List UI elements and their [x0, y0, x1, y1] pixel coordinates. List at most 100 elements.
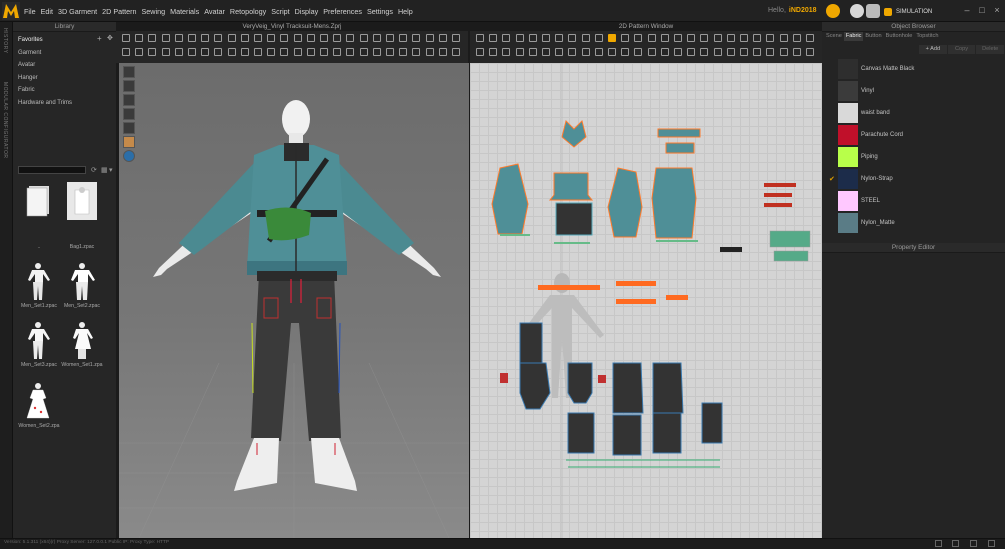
fabric-item[interactable]: waist band — [838, 103, 1004, 124]
toolbar-tool-icon[interactable] — [346, 34, 355, 42]
toolbar-tool-icon[interactable] — [647, 48, 656, 56]
menu-sewing[interactable]: Sewing — [142, 7, 166, 16]
modular-configurator-tab[interactable]: MODULAR CONFIGURATOR — [2, 82, 8, 158]
men-set3-thumbnail[interactable] — [21, 321, 55, 359]
toolbar-tool-icon[interactable] — [188, 34, 196, 42]
globe-icon[interactable] — [123, 150, 135, 162]
toolbar-tool-icon[interactable] — [713, 48, 722, 56]
close-icon[interactable]: × — [992, 5, 1002, 15]
toolbar-tool-icon[interactable] — [792, 48, 801, 56]
toolbar-tool-icon[interactable] — [188, 48, 196, 56]
tab-scene[interactable]: Scene — [824, 32, 844, 41]
toolbar-tool-icon[interactable] — [293, 48, 302, 56]
toolbar-tool-icon[interactable] — [201, 34, 210, 42]
menu-settings[interactable]: Settings — [367, 7, 393, 16]
parent-folder-icon[interactable] — [21, 182, 55, 220]
toolbar-tool-icon[interactable] — [713, 34, 722, 42]
toolbar-tool-icon[interactable] — [555, 48, 564, 56]
toolbar-tool-icon[interactable] — [660, 34, 669, 42]
tab-fabric[interactable]: Fabric — [843, 32, 864, 41]
toolbar-tool-icon[interactable] — [267, 48, 276, 56]
fabric-item[interactable]: Nylon_Matte — [838, 213, 1004, 234]
toolbar-tool-icon[interactable] — [647, 34, 656, 42]
user-name[interactable]: iND2018 — [789, 7, 817, 14]
bag-thumbnail[interactable] — [65, 182, 99, 220]
toolbar-tool-icon[interactable] — [502, 48, 511, 56]
toolbar-tool-icon[interactable] — [581, 34, 590, 42]
menu-avatar[interactable]: Avatar — [204, 7, 225, 16]
toolbar-tool-icon[interactable] — [214, 34, 223, 42]
layout-single-icon[interactable] — [935, 540, 942, 547]
toolbar-tool-icon[interactable] — [740, 34, 748, 42]
fabric-display-icon[interactable] — [123, 108, 135, 120]
toolbar-tool-icon[interactable] — [333, 48, 342, 56]
toolbar-tool-icon[interactable] — [687, 48, 696, 56]
toolbar-tool-icon[interactable] — [581, 48, 590, 56]
toolbar-tool-icon[interactable] — [320, 34, 328, 42]
toolbar-tool-icon[interactable] — [753, 34, 762, 42]
tab-topstitch[interactable]: Topstitch — [914, 32, 940, 41]
toolbar-tool-icon[interactable] — [372, 34, 381, 42]
toolbar-tool-icon[interactable] — [254, 34, 262, 42]
toolbar-tool-icon[interactable] — [438, 48, 447, 56]
toolbar-tool-icon[interactable] — [306, 34, 315, 42]
library-item-favorites[interactable]: Favorites — [18, 34, 72, 47]
toolbar-tool-icon[interactable] — [201, 48, 210, 56]
toolbar-tool-icon[interactable] — [122, 34, 130, 42]
toolbar-tool-icon[interactable] — [542, 34, 550, 42]
toolbar-tool-icon[interactable] — [476, 34, 484, 42]
toolbar-tool-icon[interactable] — [240, 34, 249, 42]
toolbar-tool-icon[interactable] — [806, 48, 814, 56]
menu-edit[interactable]: Edit — [41, 7, 53, 16]
toolbar-tool-icon[interactable] — [502, 34, 511, 42]
toolbar-tool-icon[interactable] — [489, 34, 498, 42]
menu-retopology[interactable]: Retopology — [230, 7, 266, 16]
toolbar-tool-icon[interactable] — [359, 48, 368, 56]
menu-display[interactable]: Display — [295, 7, 319, 16]
toolbar-tool-icon[interactable] — [306, 48, 315, 56]
toolbar-tool-icon[interactable] — [766, 34, 775, 42]
toolbar-tool-icon[interactable] — [674, 34, 682, 42]
toolbar-tool-icon[interactable] — [148, 48, 157, 56]
toolbar-tool-icon[interactable] — [267, 34, 276, 42]
library-item-fabric[interactable]: Fabric — [18, 84, 72, 97]
toolbar-tool-icon[interactable] — [174, 34, 183, 42]
tab-buttonhole[interactable]: Buttonhole — [884, 32, 915, 41]
toolbar-tool-icon[interactable] — [333, 34, 342, 42]
toolbar-tool-icon[interactable] — [674, 48, 682, 56]
toolbar-tool-icon[interactable] — [412, 48, 421, 56]
library-search-input[interactable] — [18, 166, 86, 174]
menu-preferences[interactable]: Preferences — [323, 7, 362, 16]
toolbar-tool-icon[interactable] — [528, 34, 537, 42]
toolbar-tool-icon[interactable] — [542, 48, 550, 56]
toolbar-tool-icon[interactable] — [806, 34, 814, 42]
tab-button[interactable]: Button — [863, 32, 883, 41]
toolbar-tool-icon[interactable] — [254, 48, 262, 56]
delete-fabric-button[interactable]: Delete — [976, 45, 1005, 54]
fabric-item[interactable]: Vinyl — [838, 81, 1004, 102]
fabric-item[interactable]: Nylon-Strap ✔ — [829, 169, 1004, 190]
history-tab[interactable]: HISTORY — [2, 28, 8, 54]
toolbar-tool-icon[interactable] — [608, 34, 616, 42]
toolbar-tool-icon[interactable] — [700, 48, 709, 56]
toolbar-tool-icon[interactable] — [399, 34, 408, 42]
skin-icon[interactable] — [123, 136, 135, 148]
toolbar-tool-icon[interactable] — [528, 48, 537, 56]
copy-fabric-button[interactable]: Copy — [947, 45, 976, 54]
toolbar-tool-icon[interactable] — [452, 48, 460, 56]
help-icon[interactable] — [850, 4, 864, 18]
toolbar-tool-icon[interactable] — [515, 34, 524, 42]
fabric-item[interactable]: Piping — [838, 147, 1004, 168]
menu-file[interactable]: File — [24, 7, 36, 16]
toolbar-tool-icon[interactable] — [687, 34, 696, 42]
toolbar-tool-icon[interactable] — [660, 48, 669, 56]
library-item-hardware-trims[interactable]: Hardware and Trims — [18, 97, 72, 110]
toolbar-tool-icon[interactable] — [740, 48, 748, 56]
refresh-icon[interactable]: ⟳ — [91, 166, 100, 175]
layout-2d-icon[interactable] — [988, 540, 995, 547]
toolbar-tool-icon[interactable] — [594, 34, 603, 42]
toolbar-tool-icon[interactable] — [621, 34, 630, 42]
toolbar-tool-icon[interactable] — [293, 34, 302, 42]
layout-3d-icon[interactable] — [970, 540, 977, 547]
toolbar-tool-icon[interactable] — [386, 48, 394, 56]
